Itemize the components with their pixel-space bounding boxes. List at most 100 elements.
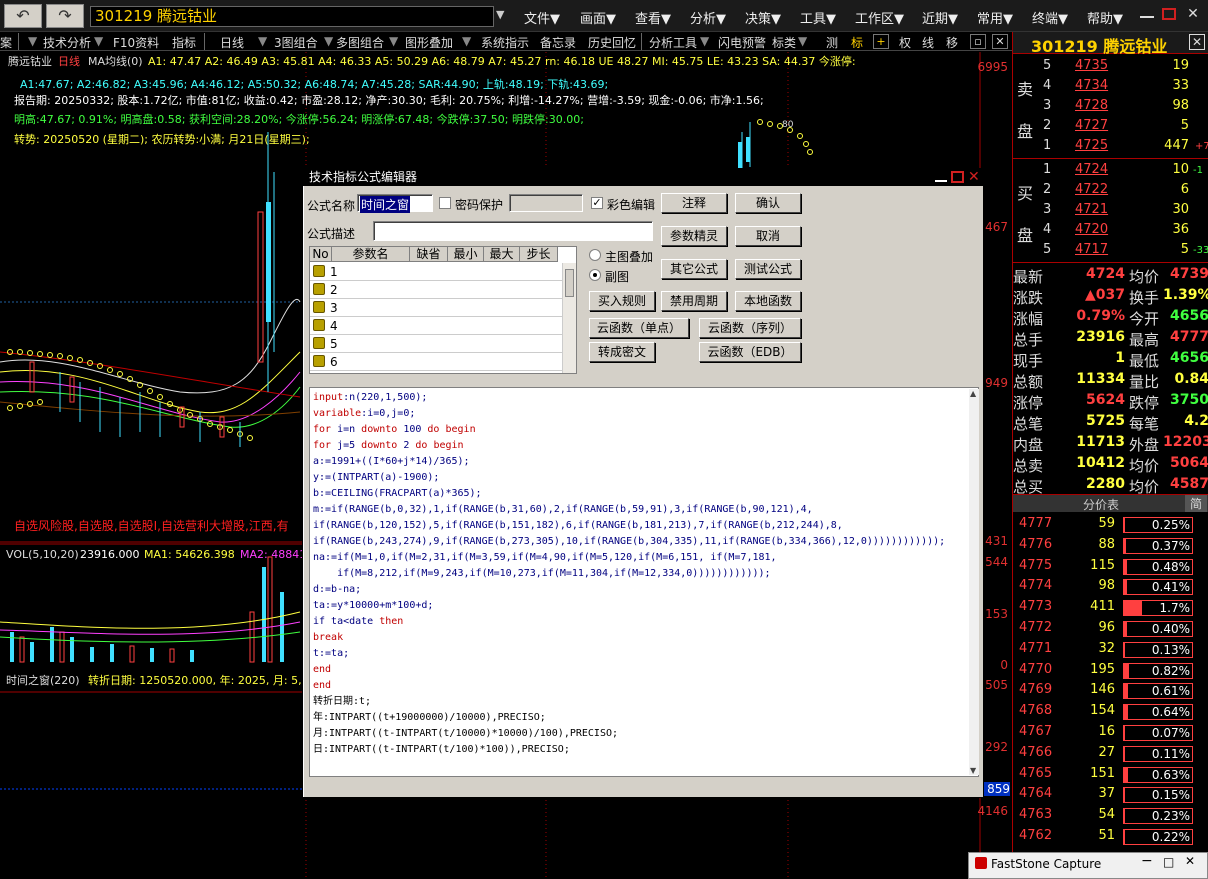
toolbar-mark[interactable]: 标 — [851, 34, 863, 50]
ask-price[interactable]: 4735 — [1075, 58, 1108, 73]
bid-price[interactable]: 4721 — [1075, 202, 1108, 217]
code-line[interactable]: variable:i=0,j=0; — [313, 406, 978, 422]
sub-chart-radio[interactable] — [589, 269, 601, 281]
back-button[interactable]: ↶ — [4, 4, 42, 28]
stock-search-input[interactable]: 301219 腾远钴业 — [90, 6, 494, 27]
param-grid[interactable]: No 参数名 缺省 最小 最大 步长 1 2 3 4 5 6 — [309, 246, 577, 374]
toolbar-multi-chart[interactable]: 多图组合 — [336, 34, 384, 50]
bid-price[interactable]: 4717 — [1075, 242, 1108, 257]
import-rules-button[interactable]: 买入规则 — [589, 291, 655, 311]
param-row[interactable]: 3 — [310, 299, 562, 317]
faststone-close-icon[interactable]: ✕ — [1185, 854, 1195, 868]
ok-button[interactable]: 确认 — [735, 193, 801, 213]
code-line[interactable]: for j=5 downto 2 do begin — [313, 438, 978, 454]
code-line[interactable]: m:=if(RANGE(b,0,32),1,if(RANGE(b,31,60),… — [313, 502, 978, 518]
stock-dropdown-arrow-icon[interactable]: ▼ — [496, 8, 504, 21]
menu-screen[interactable]: 画面▼ — [580, 8, 616, 27]
code-line[interactable]: if(RANGE(b,243,274),9,if(RANGE(b,273,305… — [313, 534, 978, 550]
sector-tags[interactable]: 自选风险股,自选股,自选股I,自选营利大增股,江西,有 — [14, 517, 289, 534]
menu-recent[interactable]: 近期▼ — [922, 8, 958, 27]
formula-code-editor[interactable]: input:n(220,1,500); variable:i=0,j=0; for … — [309, 387, 979, 777]
disable-period-button[interactable]: 禁用周期 — [661, 291, 727, 311]
password-checkbox[interactable] — [439, 197, 451, 209]
cloud-edb-button[interactable]: 云函数（EDB） — [699, 342, 801, 362]
dialog-minimize-icon[interactable] — [935, 172, 947, 182]
menu-analysis[interactable]: 分析▼ — [690, 8, 726, 27]
param-row[interactable]: 1 — [310, 263, 562, 281]
ask-price[interactable]: 4725 — [1075, 138, 1108, 153]
main-overlay-radio[interactable] — [589, 249, 601, 261]
close-quote-icon[interactable]: ✕ — [1189, 34, 1205, 50]
annotate-button[interactable]: 注释 — [661, 193, 727, 213]
code-line[interactable]: a:=1991+((I*60+j*14)/365); — [313, 454, 978, 470]
cancel-button[interactable]: 取消 — [735, 226, 801, 246]
toolbar-memo[interactable]: 备忘录 — [540, 34, 576, 50]
code-line[interactable]: for i=n downto 100 do begin — [313, 422, 978, 438]
code-line[interactable]: input:n(220,1,500); — [313, 390, 978, 406]
toolbar-system-indicator[interactable]: 系统指示 — [481, 34, 529, 50]
menu-workspace[interactable]: 工作区▼ — [855, 8, 904, 27]
code-line[interactable]: 年:INTPART((t+19000000)/10000),PRECISO; — [313, 710, 978, 726]
param-wizard-button[interactable]: 参数精灵 — [661, 226, 727, 246]
code-line[interactable]: 月:INTPART((t-INTPART(t/10000)*10000)/100… — [313, 726, 978, 742]
bid-price[interactable]: 4722 — [1075, 182, 1108, 197]
grid-scrollbar[interactable] — [562, 263, 576, 373]
param-row[interactable]: 4 — [310, 317, 562, 335]
ask-price[interactable]: 4727 — [1075, 118, 1108, 133]
color-edit-checkbox[interactable]: ✓ — [591, 197, 603, 209]
desc-input[interactable] — [373, 221, 653, 241]
maximize-icon[interactable] — [1162, 8, 1176, 20]
code-line[interactable]: b:=CEILING(FRACPART(a)*365); — [313, 486, 978, 502]
faststone-capture-window[interactable]: FastStone Capture − □ ✕ — [968, 852, 1208, 879]
toolbar-category[interactable]: 标类 — [772, 34, 796, 50]
code-line[interactable]: na:=if(M=1,0,if(M=2,31,if(M=3,59,if(M=4,… — [313, 550, 978, 566]
close-panel-icon[interactable]: ✕ — [992, 34, 1008, 49]
forward-button[interactable]: ↷ — [46, 4, 84, 28]
menu-help[interactable]: 帮助▼ — [1087, 8, 1123, 27]
menu-terminal[interactable]: 终端▼ — [1032, 8, 1068, 27]
bid-price[interactable]: 4724 — [1075, 162, 1108, 177]
code-line[interactable]: if ta<date then — [313, 614, 978, 630]
formula-name-input[interactable]: 时间之窗 — [357, 194, 433, 213]
test-formula-button[interactable]: 测试公式 — [735, 259, 801, 279]
cloud-seq-button[interactable]: 云函数（序列） — [699, 318, 801, 338]
ask-price[interactable]: 4728 — [1075, 98, 1108, 113]
toolbar-technical-analysis[interactable]: 技术分析 — [43, 34, 91, 50]
toolbar-rights[interactable]: 权 — [899, 34, 911, 50]
ma-label[interactable]: MA均线(0) — [88, 53, 143, 69]
toolbar-move[interactable]: 移 — [946, 34, 958, 50]
toolbar-indicator[interactable]: 指标 — [172, 34, 196, 50]
code-line[interactable]: end — [313, 678, 978, 694]
bid-price[interactable]: 4720 — [1075, 222, 1108, 237]
toolbar-flash-alert[interactable]: 闪电预警 — [718, 34, 766, 50]
code-line[interactable]: y:=(INTPART(a)-1900); — [313, 470, 978, 486]
toolbar-line[interactable]: 线 — [922, 34, 934, 50]
code-line[interactable]: ta:=y*10000+m*100+d; — [313, 598, 978, 614]
faststone-minimize-icon[interactable]: − — [1141, 853, 1153, 869]
cloud-single-button[interactable]: 云函数（单点） — [589, 318, 689, 338]
price-table-tab[interactable]: 简 — [1185, 495, 1207, 512]
local-function-button[interactable]: 本地函数 — [735, 291, 801, 311]
code-line[interactable]: d:=b-na; — [313, 582, 978, 598]
menu-file[interactable]: 文件▼ — [524, 8, 560, 27]
restore-panel-icon[interactable]: ▫ — [970, 34, 986, 49]
ask-price[interactable]: 4734 — [1075, 78, 1108, 93]
param-row[interactable]: 2 — [310, 281, 562, 299]
toolbar-3-chart-combo[interactable]: 3图组合 — [274, 34, 318, 50]
add-icon[interactable]: + — [873, 34, 889, 49]
minimize-icon[interactable] — [1140, 8, 1154, 18]
code-line[interactable]: if(RANGE(b,120,152),5,if(RANGE(b,151,182… — [313, 518, 978, 534]
toolbar-measure[interactable]: 测 — [826, 34, 838, 50]
code-line[interactable]: 转折日期:t; — [313, 694, 978, 710]
param-row[interactable]: 6 — [310, 353, 562, 371]
password-input[interactable] — [509, 194, 583, 212]
code-scrollbar[interactable]: ▲ ▼ — [969, 389, 979, 775]
code-line[interactable]: break — [313, 630, 978, 646]
menu-common[interactable]: 常用▼ — [977, 8, 1013, 27]
code-line[interactable]: if(M=8,212,if(M=9,243,if(M=10,273,if(M=1… — [313, 566, 978, 582]
menu-view[interactable]: 查看▼ — [635, 8, 671, 27]
toolbar-history[interactable]: 历史回忆 — [588, 34, 636, 50]
param-row[interactable]: 5 — [310, 335, 562, 353]
code-line[interactable]: 日:INTPART((t-INTPART(t/100)*100)),PRECIS… — [313, 742, 978, 758]
toolbar-overlay[interactable]: 图形叠加 — [405, 34, 453, 50]
